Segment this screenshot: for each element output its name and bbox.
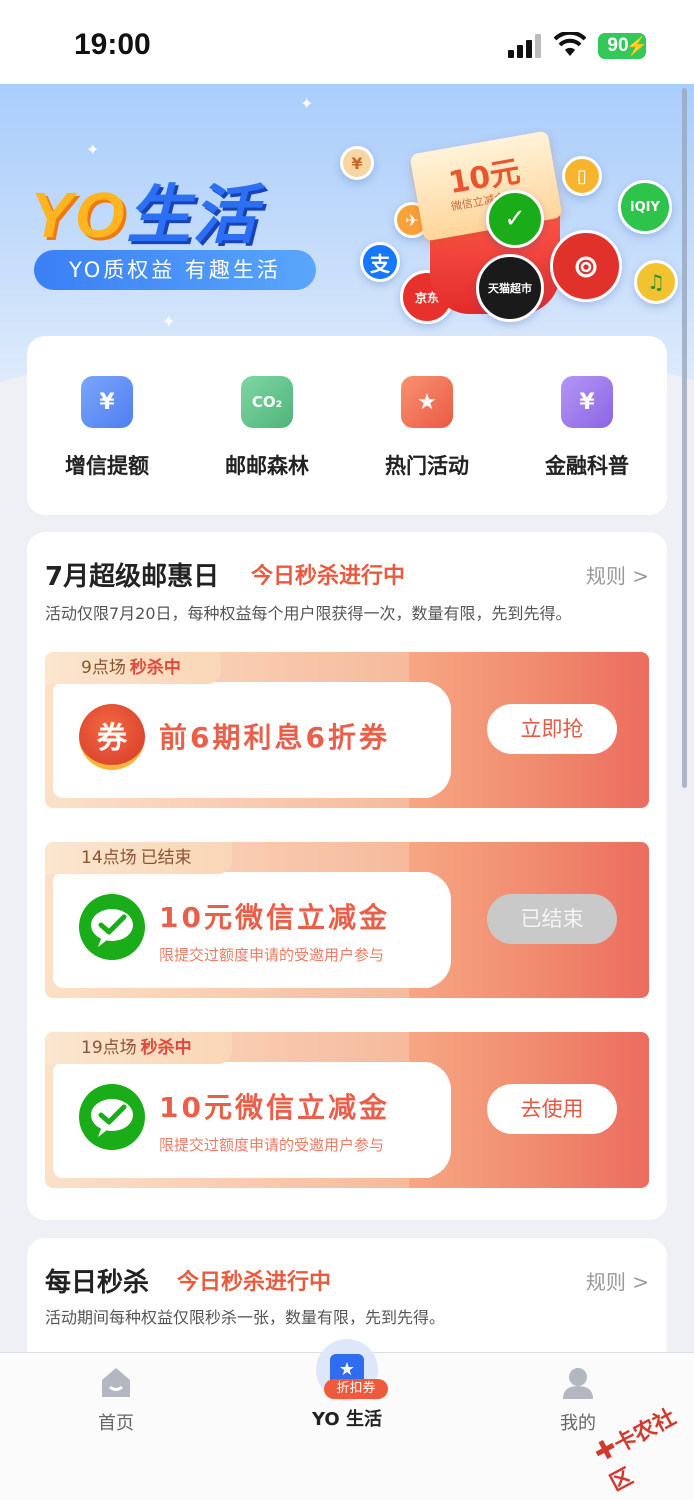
iqiyi-icon-text: iQIY [630, 199, 660, 215]
banner-title-life: 生活 [126, 179, 259, 251]
alipay-icon-text: 支 [370, 251, 390, 276]
deal-note: 限提交过额度申请的受邀用户参与 [159, 946, 385, 964]
tab-yo-life-label: YO 生活 [312, 1409, 382, 1430]
flash-sale-card: 7月超级邮惠日 今日秒杀进行中 规则 > 活动仅限7月20日，每种权益每个用户限… [27, 532, 667, 1220]
wallet-icon: ¥ [81, 376, 133, 428]
qq-music-icon: ♫ [634, 260, 678, 304]
status-bar: 19:00 90 ⚡ [0, 0, 694, 84]
daily-sale-description: 活动期间每种权益仅限秒杀一张，数量有限，先到先得。 [45, 1308, 446, 1327]
banner-subtitle: YO质权益 有趣生活 [34, 250, 316, 290]
home-icon [102, 1368, 130, 1397]
ended-button[interactable]: 已结束 [487, 894, 617, 944]
tab-home-label: 首页 [98, 1413, 134, 1434]
tab-yo-life[interactable]: ★ 折扣券 YO 生活 [307, 1339, 388, 1431]
deal-name: 10元微信立减金 [159, 1091, 390, 1124]
tmall-icon-text: 天猫超市 [488, 282, 532, 295]
daily-sale-title: 每日秒杀 [45, 1268, 150, 1298]
banner-title: YO生活 [30, 164, 258, 256]
deal-session-tag: 9点场 秒杀中 [45, 652, 221, 684]
deal-state: 秒杀中 [140, 1038, 192, 1058]
tab-yo-life-circle: ★ 折扣券 [316, 1339, 388, 1401]
sparkle-icon: ✦ [86, 140, 100, 159]
quick-nav-label: 金融科普 [545, 454, 629, 478]
wifi-icon [554, 32, 586, 56]
netease-music-icon: ⊚ [550, 230, 622, 302]
deal-session: 9点场 [81, 658, 126, 678]
charging-bolt-icon: ⚡ [625, 36, 648, 56]
finance-doc-icon: ¥ [561, 376, 613, 428]
deal-state: 已结束 [140, 848, 192, 868]
coupon-quan-text: 券 [97, 720, 127, 756]
tmall-supermarket-icon: 天猫超市 [476, 254, 544, 322]
co2-leaf-icon: CO₂ [241, 376, 293, 428]
flash-sale-rules-link[interactable]: 规则 > [586, 560, 649, 589]
daily-sale-live-status: 今日秒杀进行中 [177, 1270, 332, 1295]
user-profile-icon [563, 1368, 593, 1399]
quick-nav-label: 邮邮森林 [225, 454, 309, 478]
wechat-check-icon: ✓ [486, 190, 544, 248]
coupon-quan-icon: 券 [79, 704, 145, 770]
quick-nav-finance-edu[interactable]: ¥ 金融科普 [507, 336, 667, 515]
deal-session-tag: 19点场 秒杀中 [45, 1032, 232, 1064]
flash-sale-description: 活动仅限7月20日，每种权益每个用户限获得一次，数量有限，先到先得。 [45, 604, 572, 623]
banner-title-yo: YO [30, 179, 127, 251]
deal-card: 9点场 秒杀中 券 前6期利息6折券 立即抢 [45, 652, 649, 808]
deal-session: 14点场 [81, 848, 137, 868]
deal-session-tag: 14点场 已结束 [45, 842, 232, 874]
use-now-button[interactable]: 去使用 [487, 1084, 617, 1134]
sparkle-icon: ✦ [162, 312, 176, 331]
wechat-icon [79, 1084, 145, 1150]
deal-state: 秒杀中 [129, 658, 181, 678]
deal-session: 19点场 [81, 1038, 137, 1058]
grab-now-button[interactable]: 立即抢 [487, 704, 617, 754]
flash-sale-title: 7月超级邮惠日 [45, 562, 220, 592]
phone-icon: ▯ [562, 156, 602, 196]
deal-card: 19点场 秒杀中 10元微信立减金 限提交过额度申请的受邀用户参与 去使用 [45, 1032, 649, 1188]
quick-nav-forest[interactable]: CO₂ 邮邮森林 [187, 336, 347, 515]
quick-nav-credit-boost[interactable]: ¥ 增信提额 [27, 336, 187, 515]
flash-sale-header: 7月超级邮惠日 今日秒杀进行中 规则 > [45, 556, 649, 596]
coin-icon: ¥ [340, 146, 374, 180]
alipay-icon: 支 [360, 242, 400, 282]
quick-nav-card: ¥ 增信提额 CO₂ 邮邮森林 ★ 热门活动 ¥ 金融科普 [27, 336, 667, 515]
daily-sale-rules-link[interactable]: 规则 > [586, 1266, 649, 1295]
quick-nav-label: 热门活动 [385, 454, 469, 478]
iqiyi-icon: iQIY [618, 180, 672, 234]
deal-name: 10元微信立减金 [159, 901, 390, 934]
quick-nav-label: 增信提额 [65, 454, 149, 478]
bottom-tab-bar: 首页 ★ 折扣券 YO 生活 我的 [0, 1339, 694, 1500]
quick-nav-hot-events[interactable]: ★ 热门活动 [347, 336, 507, 515]
bookmark-star-icon: ★ [401, 376, 453, 428]
flash-sale-live-status: 今日秒杀进行中 [251, 564, 406, 589]
tab-home[interactable]: 首页 [46, 1353, 186, 1435]
status-time: 19:00 [74, 28, 151, 61]
deal-note: 限提交过额度申请的受邀用户参与 [159, 1136, 385, 1154]
deal-card: 14点场 已结束 10元微信立减金 限提交过额度申请的受邀用户参与 已结束 [45, 842, 649, 998]
deal-name: 前6期利息6折券 [159, 721, 390, 754]
sparkle-icon: ✦ [300, 94, 314, 113]
cellular-signal-icon [508, 34, 542, 58]
battery-indicator: 90 ⚡ [598, 33, 648, 59]
wechat-icon [79, 894, 145, 960]
discount-coupon-badge: 折扣券 [324, 1379, 388, 1399]
scrollbar[interactable] [682, 88, 687, 788]
daily-sale-header: 每日秒杀 今日秒杀进行中 规则 > [45, 1262, 649, 1302]
